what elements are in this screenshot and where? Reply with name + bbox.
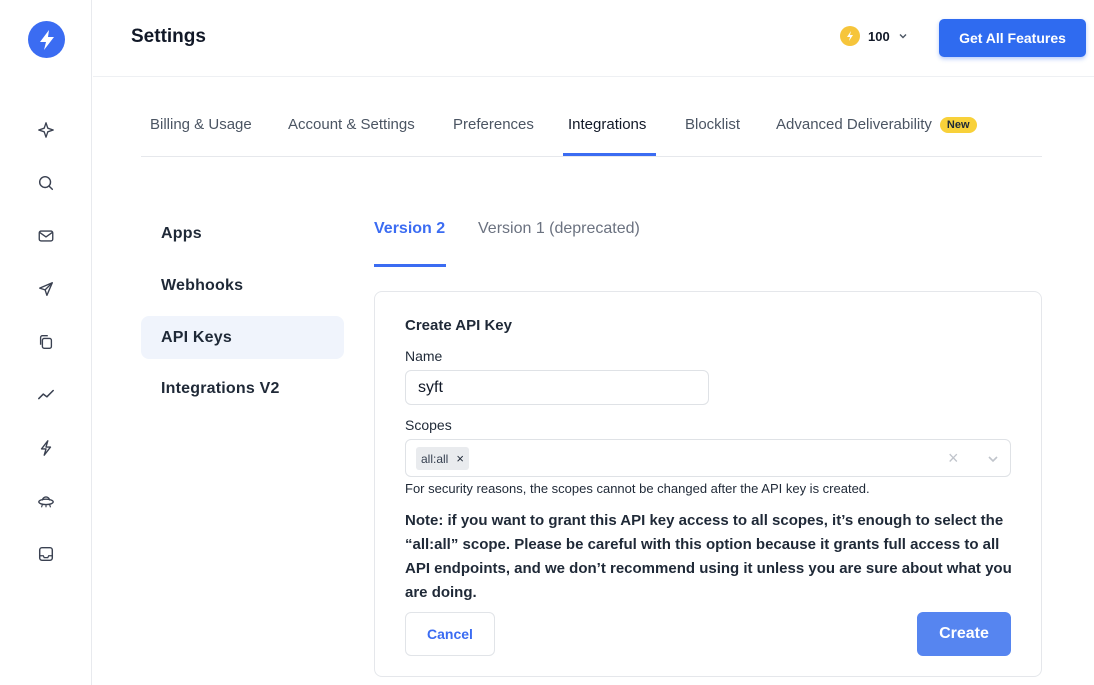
copy-icon[interactable] [35, 331, 57, 353]
name-input[interactable] [405, 370, 709, 405]
scope-chip: all:all × [416, 447, 469, 470]
sparkle-icon[interactable] [35, 119, 57, 141]
tab-version-1[interactable]: Version 1 (deprecated) [478, 220, 640, 238]
credits-count: 100 [868, 28, 890, 44]
trend-icon[interactable] [35, 384, 57, 406]
sidenav-item-apps[interactable]: Apps [141, 212, 344, 255]
left-rail [0, 0, 92, 685]
tab-preferences[interactable]: Preferences [453, 116, 534, 133]
scopes-label: Scopes [405, 417, 452, 433]
create-api-key-card: Create API Key Name Scopes all:all × × F… [374, 291, 1042, 677]
tab-integrations[interactable]: Integrations [568, 116, 646, 133]
logo-bolt-icon[interactable] [28, 21, 65, 58]
chevron-down-icon[interactable] [986, 452, 1000, 466]
clear-icon[interactable]: × [948, 449, 959, 467]
coin-icon [840, 26, 860, 46]
ufo-icon[interactable] [35, 490, 57, 512]
tab-advanced-deliverability[interactable]: Advanced Deliverability New [776, 116, 977, 133]
tab-version-2[interactable]: Version 2 [374, 220, 445, 238]
active-tab-indicator [563, 153, 656, 156]
search-icon[interactable] [35, 172, 57, 194]
card-title: Create API Key [405, 317, 512, 334]
scopes-help-text: For security reasons, the scopes cannot … [405, 481, 870, 496]
send-icon[interactable] [35, 278, 57, 300]
version-tab-indicator [374, 264, 446, 267]
tab-billing-usage[interactable]: Billing & Usage [150, 116, 252, 133]
mail-icon[interactable] [35, 225, 57, 247]
chevron-down-icon [899, 34, 907, 39]
tab-account-settings[interactable]: Account & Settings [288, 116, 415, 133]
new-badge: New [939, 117, 977, 133]
sidenav-item-integrations-v2[interactable]: Integrations V2 [141, 367, 344, 410]
cancel-button[interactable]: Cancel [405, 612, 495, 656]
inbox-icon[interactable] [35, 543, 57, 565]
page-title: Settings [131, 26, 206, 47]
create-button[interactable]: Create [917, 612, 1011, 656]
remove-chip-icon[interactable]: × [456, 451, 464, 466]
name-label: Name [405, 348, 443, 364]
credits-dropdown[interactable]: 100 [840, 26, 908, 46]
sidenav-item-api-keys[interactable]: API Keys [141, 316, 344, 359]
scopes-note: Note: if you want to grant this API key … [405, 512, 1012, 601]
tab-advanced-deliverability-label: Advanced Deliverability [776, 116, 932, 133]
top-header: Settings 100 Get All Features [93, 0, 1094, 77]
bolt-icon[interactable] [35, 437, 57, 459]
settings-tabs: Billing & Usage Account & Settings Prefe… [141, 96, 1042, 157]
get-all-features-button[interactable]: Get All Features [939, 19, 1086, 57]
sidenav-item-webhooks[interactable]: Webhooks [141, 264, 344, 307]
scope-chip-label: all:all [421, 451, 449, 466]
tab-blocklist[interactable]: Blocklist [685, 116, 740, 133]
scopes-select[interactable]: all:all × × [405, 439, 1011, 477]
